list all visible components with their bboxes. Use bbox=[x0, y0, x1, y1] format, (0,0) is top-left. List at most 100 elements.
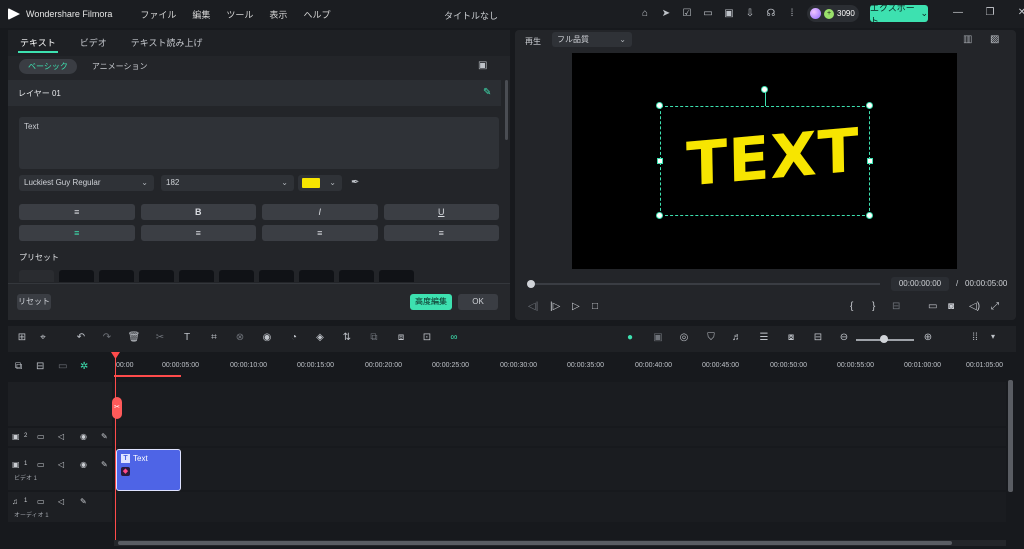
folder-icon[interactable]: ▭ bbox=[37, 497, 45, 506]
subtab-animation[interactable]: アニメーション bbox=[83, 59, 157, 74]
play-icon[interactable]: ▷ bbox=[572, 301, 580, 312]
preset-item[interactable] bbox=[19, 270, 54, 282]
tab-text-to-speech[interactable]: テキスト読み上げ bbox=[119, 30, 215, 56]
restore-icon[interactable]: ❐ bbox=[984, 7, 996, 18]
preset-item[interactable] bbox=[59, 270, 94, 282]
auto-beat-icon[interactable]: ▣ bbox=[651, 332, 665, 343]
camera-icon[interactable]: ◙ bbox=[948, 301, 954, 312]
add-track-icon[interactable]: ⧉ bbox=[15, 361, 22, 372]
delete-icon[interactable]: 🗑 bbox=[127, 332, 141, 343]
current-time[interactable]: 00:00:00:00 bbox=[891, 277, 949, 291]
menu-tools[interactable]: ツール bbox=[226, 8, 253, 21]
tab-video[interactable]: ビデオ bbox=[68, 30, 119, 56]
ok-button[interactable]: OK bbox=[458, 294, 498, 310]
prev-frame-icon[interactable]: ◁| bbox=[528, 301, 538, 312]
eye-icon[interactable]: ◉ bbox=[80, 432, 87, 441]
layer-edit-icon[interactable]: ✎ bbox=[483, 87, 491, 98]
volume-icon[interactable]: ◁) bbox=[969, 301, 980, 312]
eyedropper-icon[interactable]: ✒ bbox=[351, 177, 359, 188]
detach-icon[interactable]: ⧈ bbox=[394, 332, 408, 343]
preset-item[interactable] bbox=[179, 270, 214, 282]
preset-item[interactable] bbox=[139, 270, 174, 282]
menu-help[interactable]: ヘルプ bbox=[303, 8, 330, 21]
panel-scrollbar[interactable] bbox=[505, 80, 508, 140]
align-left-button[interactable]: ≡ bbox=[19, 225, 135, 241]
tab-text[interactable]: テキスト bbox=[8, 30, 68, 56]
shield-icon[interactable]: ⛉ bbox=[704, 332, 718, 343]
folder-icon[interactable]: ▭ bbox=[37, 460, 45, 469]
preset-item[interactable] bbox=[99, 270, 134, 282]
clip-marker-icon[interactable]: ⊟ bbox=[892, 301, 900, 312]
align-right-button[interactable]: ≡ bbox=[262, 225, 378, 241]
menu-view[interactable]: 表示 bbox=[269, 8, 287, 21]
zoom-in-icon[interactable]: ⊕ bbox=[921, 332, 935, 343]
adjust-icon[interactable]: ⇅ bbox=[340, 332, 354, 343]
crop-icon[interactable]: ⌗ bbox=[207, 332, 221, 343]
text-tool-icon[interactable]: T bbox=[180, 332, 194, 343]
menu-file[interactable]: ファイル bbox=[140, 8, 176, 21]
speaker-icon[interactable]: ◁ bbox=[58, 432, 64, 441]
font-size-select[interactable]: 182 ⌄ bbox=[161, 175, 294, 191]
reset-button[interactable]: リセット bbox=[17, 294, 51, 310]
layout-icon[interactable]: ▥ bbox=[963, 34, 972, 45]
playhead[interactable] bbox=[115, 352, 116, 546]
playback-progress[interactable] bbox=[530, 283, 880, 285]
quality-select[interactable]: フル品質 ⌄ bbox=[552, 32, 632, 47]
fit-icon[interactable]: ⊟ bbox=[811, 332, 825, 343]
close-icon[interactable]: ✕ bbox=[1016, 7, 1024, 18]
resize-handle-tl[interactable] bbox=[656, 102, 663, 109]
minimize-icon[interactable]: — bbox=[952, 7, 964, 18]
speed-icon[interactable]: ◔ bbox=[287, 332, 301, 343]
magnet-icon[interactable]: ✲ bbox=[80, 361, 88, 372]
preset-item[interactable] bbox=[259, 270, 294, 282]
preset-item[interactable] bbox=[219, 270, 254, 282]
cut-icon[interactable]: ✂ bbox=[153, 332, 167, 343]
track-list-icon[interactable]: ☰ bbox=[757, 332, 771, 343]
export-button[interactable]: エクスポート ⌄ bbox=[870, 3, 928, 26]
track-lane-empty[interactable] bbox=[114, 382, 1006, 426]
underline-button[interactable]: U bbox=[383, 204, 499, 220]
chevron-down-icon[interactable]: ▾ bbox=[986, 332, 1000, 341]
resize-handle-br[interactable] bbox=[866, 212, 873, 219]
lock-icon[interactable]: ✎ bbox=[101, 432, 108, 441]
mark-in-icon[interactable]: { bbox=[850, 301, 853, 312]
advanced-edit-button[interactable]: 高度編集 bbox=[410, 294, 452, 310]
group-icon[interactable]: ⧉ bbox=[367, 332, 381, 343]
eye-icon[interactable]: ◉ bbox=[80, 460, 87, 469]
lock-icon[interactable]: ✎ bbox=[101, 460, 108, 469]
keyframe-icon[interactable]: ◈ bbox=[313, 332, 327, 343]
display-icon[interactable]: ▭ bbox=[928, 301, 937, 312]
monitor-icon[interactable]: ▭ bbox=[701, 7, 715, 21]
microphone-icon[interactable]: ♬ bbox=[730, 332, 744, 343]
timeline-h-scrollbar[interactable] bbox=[118, 541, 952, 545]
playhead-grip-icon[interactable]: ✂ bbox=[112, 397, 122, 419]
ripple-icon[interactable]: ◎ bbox=[677, 332, 691, 343]
timeline-ruler[interactable]: 00:00 00:00:05:00 00:00:10:00 00:00:15:0… bbox=[114, 358, 1014, 380]
redo-icon[interactable]: ↷ bbox=[100, 332, 114, 343]
undo-icon[interactable]: ↶ bbox=[74, 332, 88, 343]
snapshot-image-icon[interactable]: ▨ bbox=[990, 34, 999, 45]
select-tool-icon[interactable]: ⌖ bbox=[36, 332, 50, 343]
zoom-slider-knob[interactable] bbox=[880, 335, 888, 343]
resize-handle-tr[interactable] bbox=[866, 102, 873, 109]
fullscreen-icon[interactable]: ⤢ bbox=[991, 301, 999, 312]
bold-button[interactable]: B bbox=[140, 204, 256, 220]
track-lane-2[interactable] bbox=[114, 428, 1006, 446]
track-lane-video-1[interactable] bbox=[114, 448, 1006, 490]
save-preset-icon[interactable]: ▣ bbox=[478, 60, 487, 71]
text-selection-box[interactable] bbox=[660, 106, 870, 216]
resize-handle-bl[interactable] bbox=[656, 212, 663, 219]
headset-icon[interactable]: ☊ bbox=[764, 7, 778, 21]
color-picker[interactable]: ⌄ bbox=[298, 175, 342, 191]
menu-edit[interactable]: 編集 bbox=[192, 8, 210, 21]
rotate-handle[interactable] bbox=[761, 86, 768, 93]
credits-badge[interactable]: + 3090 bbox=[807, 5, 859, 22]
timeline-settings-icon[interactable]: ⁞⁞ bbox=[968, 332, 982, 343]
color-icon[interactable]: ⊗ bbox=[233, 332, 247, 343]
subtitle-icon[interactable]: ⊡ bbox=[420, 332, 434, 343]
checklist-icon[interactable]: ☑ bbox=[680, 7, 694, 21]
link-track-icon[interactable]: ⊟ bbox=[36, 361, 44, 372]
mark-out-icon[interactable]: } bbox=[872, 301, 875, 312]
italic-button[interactable]: I bbox=[262, 204, 378, 220]
work-area-bar[interactable] bbox=[114, 375, 181, 377]
